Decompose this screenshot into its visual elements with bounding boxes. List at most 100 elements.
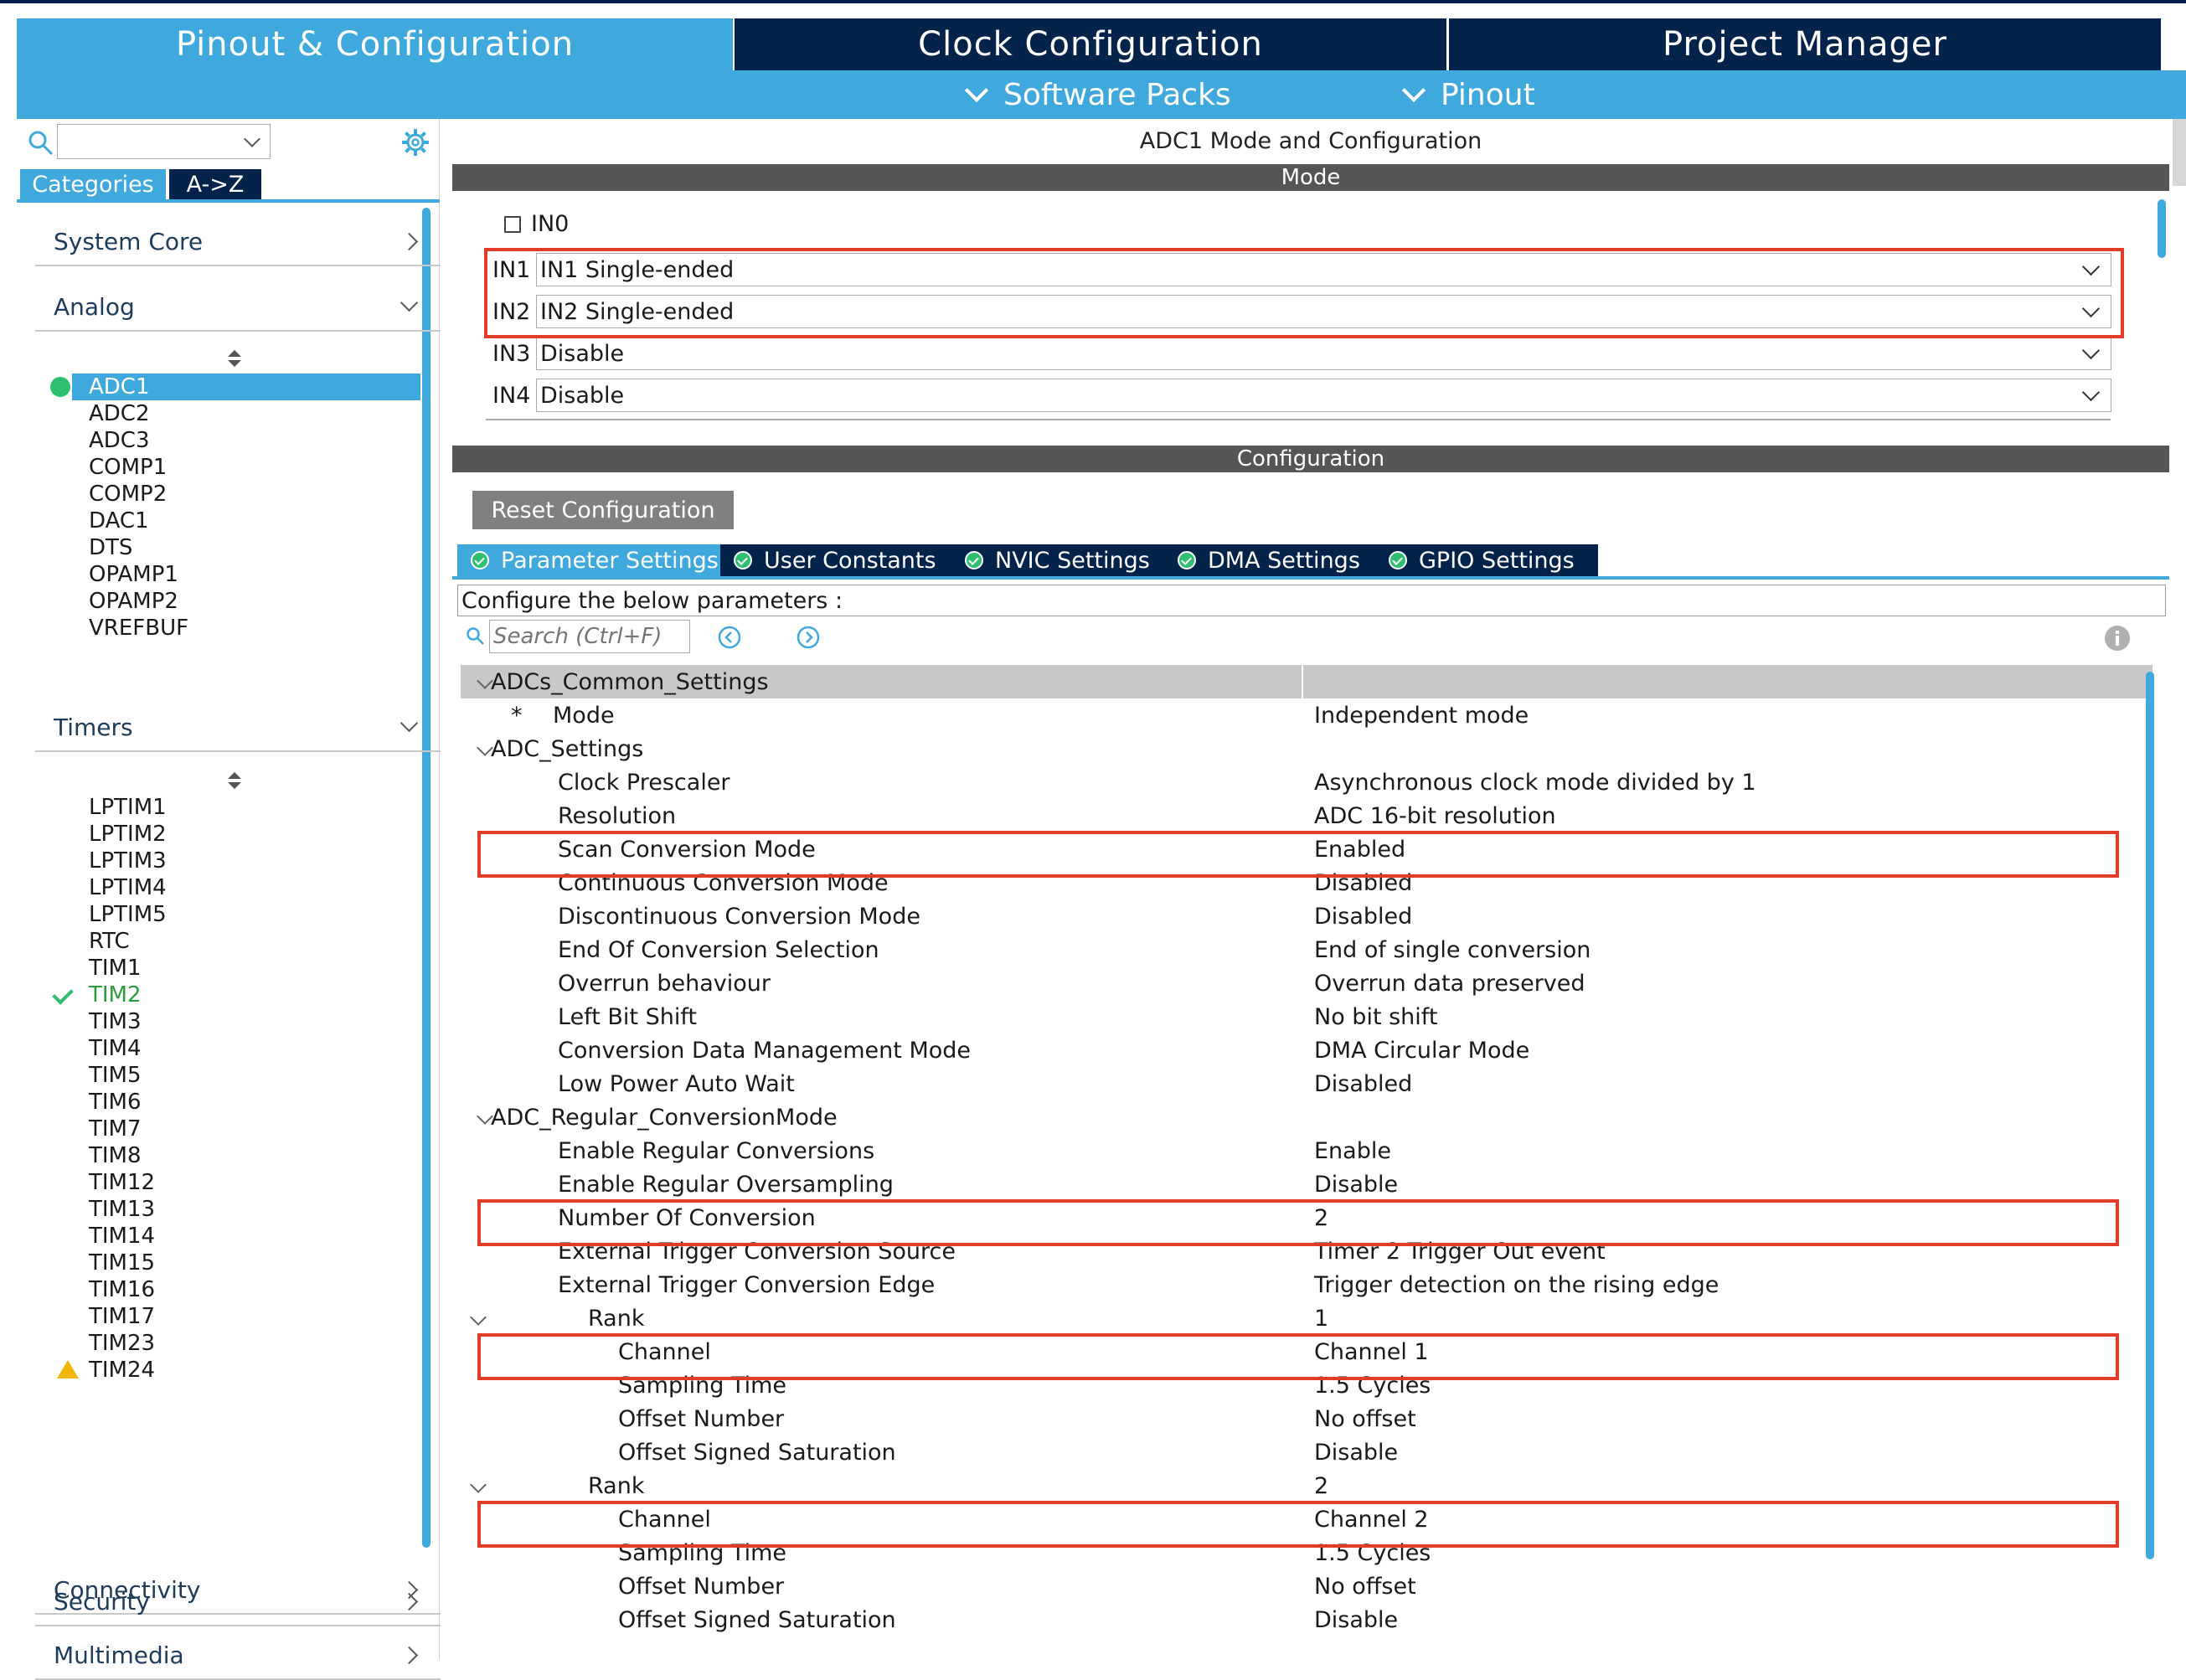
param-row[interactable]: External Trigger Conversion Edge Trigger …: [461, 1268, 2152, 1301]
param-row[interactable]: Conversion Data Management Mode DMA Circu…: [461, 1033, 2152, 1067]
param-row[interactable]: Offset Number No offset: [461, 1402, 2152, 1435]
periph-lptim5[interactable]: LPTIM5: [89, 901, 167, 928]
param-value[interactable]: No offset: [1314, 1574, 1416, 1600]
periph-tim24[interactable]: TIM24: [57, 1357, 155, 1384]
periph-adc3[interactable]: ADC3: [89, 427, 150, 454]
in0-checkbox[interactable]: [504, 216, 521, 233]
tab-gpio-settings[interactable]: GPIO Settings: [1375, 544, 1598, 576]
param-value[interactable]: Disable: [1314, 1607, 1398, 1633]
periph-vrefbuf[interactable]: VREFBUF: [89, 615, 188, 642]
periph-tim3[interactable]: TIM3: [89, 1008, 142, 1035]
tab-a-z[interactable]: A->Z: [169, 169, 261, 199]
info-icon[interactable]: [2104, 625, 2131, 652]
param-row[interactable]: Offset Number No offset: [461, 1569, 2152, 1603]
tab-parameter-settings[interactable]: Parameter Settings: [457, 544, 730, 576]
previous-icon[interactable]: [717, 625, 742, 650]
param-row[interactable]: Offset Signed Saturation Disable: [461, 1435, 2152, 1469]
param-value[interactable]: Trigger detection on the rising edge: [1314, 1272, 1719, 1298]
periph-adc1[interactable]: ADC1: [50, 374, 420, 400]
param-group-row[interactable]: ADC_Settings: [461, 732, 2152, 765]
tab-user-constants[interactable]: User Constants: [720, 544, 962, 576]
periph-tim2[interactable]: TIM2: [52, 982, 142, 1008]
left-scrollbar[interactable]: [422, 208, 430, 1548]
periph-lptim1[interactable]: LPTIM1: [89, 794, 167, 821]
param-value[interactable]: No bit shift: [1314, 1004, 1437, 1030]
periph-tim16[interactable]: TIM16: [89, 1276, 155, 1303]
tab-categories[interactable]: Categories: [20, 169, 166, 199]
tab-project-manager[interactable]: Project Manager: [1449, 18, 2161, 70]
param-row[interactable]: Overrun behaviour Overrun data preserved: [461, 966, 2152, 1000]
param-row[interactable]: Clock Prescaler Asynchronous clock mode d…: [461, 765, 2152, 799]
periph-opamp1[interactable]: OPAMP1: [89, 561, 178, 588]
side-collapse-handle[interactable]: [2173, 119, 2186, 186]
param-value[interactable]: Asynchronous clock mode divided by 1: [1314, 770, 1756, 796]
param-value[interactable]: Disabled: [1314, 1071, 1412, 1097]
category-analog[interactable]: Analog: [35, 283, 441, 332]
param-group-row[interactable]: Rank 2: [461, 1469, 2152, 1502]
param-value[interactable]: Overrun data preserved: [1314, 971, 1585, 997]
periph-tim23[interactable]: TIM23: [89, 1330, 155, 1357]
gear-icon[interactable]: [400, 127, 430, 157]
next-icon[interactable]: [796, 625, 821, 650]
param-row[interactable]: Enable Regular Oversampling Disable: [461, 1167, 2152, 1201]
parameter-search-input[interactable]: [489, 620, 690, 653]
tab-dma-settings[interactable]: DMA Settings: [1164, 544, 1385, 576]
mode-scrollbar[interactable]: [2158, 199, 2166, 258]
periph-tim7[interactable]: TIM7: [89, 1116, 142, 1142]
param-value[interactable]: 1: [1314, 1306, 1328, 1332]
periph-adc2[interactable]: ADC2: [89, 400, 150, 427]
param-row[interactable]: Offset Signed Saturation Disable: [461, 1603, 2152, 1636]
param-row[interactable]: Enable Regular Conversions Enable: [461, 1134, 2152, 1167]
param-row[interactable]: * Mode Independent mode: [461, 698, 2152, 732]
param-value[interactable]: Disable: [1314, 1172, 1398, 1198]
periph-lptim3[interactable]: LPTIM3: [89, 848, 167, 874]
category-system-core[interactable]: System Core: [35, 218, 441, 266]
category-multimedia[interactable]: Multimedia: [35, 1631, 441, 1680]
periph-tim5[interactable]: TIM5: [89, 1062, 142, 1089]
in3-select[interactable]: Disable: [536, 337, 2111, 370]
tab-pinout-configuration[interactable]: Pinout & Configuration: [17, 18, 733, 70]
periph-tim15[interactable]: TIM15: [89, 1250, 155, 1276]
tab-clock-configuration[interactable]: Clock Configuration: [735, 18, 1446, 70]
param-value[interactable]: 2: [1314, 1473, 1328, 1499]
param-value[interactable]: ADC 16-bit resolution: [1314, 803, 1556, 829]
param-row[interactable]: Low Power Auto Wait Disabled: [461, 1067, 2152, 1100]
periph-rtc[interactable]: RTC: [89, 928, 130, 955]
periph-tim8[interactable]: TIM8: [89, 1142, 142, 1169]
chevron-down-icon[interactable]: [470, 1309, 487, 1326]
periph-dac1[interactable]: DAC1: [89, 508, 149, 534]
periph-tim6[interactable]: TIM6: [89, 1089, 142, 1116]
pinout-menu[interactable]: Pinout: [1401, 70, 1535, 119]
reset-configuration-button[interactable]: Reset Configuration: [472, 491, 734, 529]
periph-opamp2[interactable]: OPAMP2: [89, 588, 178, 615]
search-icon[interactable]: [27, 129, 55, 157]
param-group-row[interactable]: ADCs_Common_Settings: [461, 665, 2152, 698]
periph-tim14[interactable]: TIM14: [89, 1223, 155, 1250]
param-value[interactable]: DMA Circular Mode: [1314, 1038, 1529, 1064]
chevron-down-icon[interactable]: [470, 1476, 487, 1493]
param-group-row[interactable]: Rank 1: [461, 1301, 2152, 1335]
periph-comp1[interactable]: COMP1: [89, 454, 167, 481]
periph-comp2[interactable]: COMP2: [89, 481, 167, 508]
param-row[interactable]: Discontinuous Conversion Mode Disabled: [461, 899, 2152, 933]
periph-tim13[interactable]: TIM13: [89, 1196, 155, 1223]
category-timers[interactable]: Timers: [35, 703, 441, 752]
periph-tim4[interactable]: TIM4: [89, 1035, 142, 1062]
tab-nvic-settings[interactable]: NVIC Settings: [951, 544, 1174, 576]
search-combo[interactable]: [57, 124, 271, 159]
param-row[interactable]: Resolution ADC 16-bit resolution: [461, 799, 2152, 832]
parameter-scrollbar[interactable]: [2146, 672, 2154, 1559]
param-group-row[interactable]: ADC_Regular_ConversionMode: [461, 1100, 2152, 1134]
periph-tim1[interactable]: TIM1: [89, 955, 142, 982]
param-value[interactable]: End of single conversion: [1314, 937, 1591, 963]
param-value[interactable]: Independent mode: [1314, 703, 1529, 729]
param-value[interactable]: Disabled: [1314, 904, 1412, 930]
periph-lptim4[interactable]: LPTIM4: [89, 874, 167, 901]
in4-select[interactable]: Disable: [536, 379, 2111, 412]
periph-dts[interactable]: DTS: [89, 534, 132, 561]
param-value[interactable]: Disable: [1314, 1440, 1398, 1466]
software-packs-menu[interactable]: Software Packs: [964, 70, 1231, 119]
param-value[interactable]: No offset: [1314, 1406, 1416, 1432]
category-security[interactable]: Security: [35, 1578, 441, 1626]
param-value[interactable]: Enable: [1314, 1138, 1391, 1164]
